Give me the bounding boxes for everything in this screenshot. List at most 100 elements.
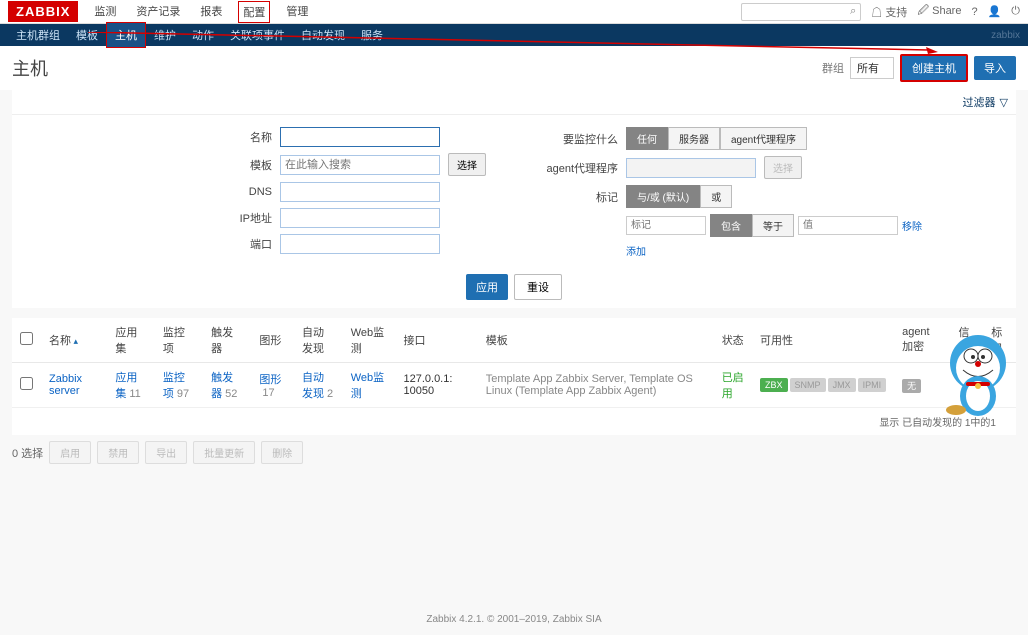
top-header: ZABBIX 监测 资产记录 报表 配置 管理 ⌕ ☖ 支持 🖉 Share ?…	[0, 0, 1028, 24]
tag-add-link[interactable]: 添加	[626, 243, 646, 258]
seg-proxy[interactable]: agent代理程序	[720, 127, 807, 150]
search-icon: ⌕	[850, 5, 856, 18]
bulk-disable-button: 禁用	[97, 441, 139, 464]
page-header: 主机 群组 所有 创建主机 导入	[0, 46, 1028, 90]
subnav-discovery[interactable]: 自动发现	[293, 23, 353, 47]
col-triggers[interactable]: 触发器	[203, 318, 251, 363]
filter-icon: ▽	[1000, 96, 1008, 109]
select-template-button[interactable]: 选择	[448, 153, 486, 176]
subnav-correlation[interactable]: 关联项事件	[222, 23, 293, 47]
status-link[interactable]: 已启用	[722, 372, 744, 400]
tag-value-input[interactable]	[798, 216, 898, 235]
tag-op-equals[interactable]: 等于	[752, 214, 794, 237]
help-icon[interactable]: ?	[971, 6, 977, 18]
col-status[interactable]: 状态	[714, 318, 752, 363]
bulk-delete-button: 删除	[261, 441, 303, 464]
col-avail[interactable]: 可用性	[752, 318, 894, 363]
logo[interactable]: ZABBIX	[8, 1, 78, 22]
tag-name-input[interactable]	[626, 216, 706, 235]
user-icon[interactable]: 👤	[988, 5, 1002, 18]
col-web[interactable]: Web监测	[343, 318, 396, 363]
tag-row: 包含 等于 移除	[626, 214, 922, 237]
share-link[interactable]: 🖉 Share	[917, 2, 961, 21]
encryption-badge: 无	[902, 379, 921, 393]
bulk-massupdate-button: 批量更新	[193, 441, 255, 464]
global-search[interactable]: ⌕	[741, 3, 861, 21]
group-select[interactable]: 所有	[850, 57, 894, 79]
badge-ipmi: IPMI	[858, 378, 887, 392]
bulk-export-button: 导出	[145, 441, 187, 464]
col-discovery[interactable]: 自动发现	[294, 318, 343, 363]
host-name-link[interactable]: Zabbix server	[49, 373, 82, 397]
support-link[interactable]: ☖ 支持	[871, 4, 907, 20]
input-dns[interactable]	[280, 182, 440, 202]
label-tags: 标记	[546, 189, 618, 205]
top-right: ⌕ ☖ 支持 🖉 Share ? 👤 ⏻	[741, 2, 1020, 21]
col-graphs[interactable]: 图形	[251, 318, 294, 363]
seg-server[interactable]: 服务器	[668, 127, 720, 150]
input-port[interactable]	[280, 234, 440, 254]
web-link[interactable]: Web监测	[351, 372, 384, 400]
discovery-link[interactable]: 自动发现2	[302, 372, 333, 400]
availability-badges: ZBX SNMP JMX IPMI	[760, 378, 886, 392]
hosts-table: 名称 应用集 监控项 触发器 图形 自动发现 Web监测 接口 模板 状态 可用…	[12, 318, 1016, 435]
table-footer: 显示 已自动发现的 1中的1	[12, 408, 1016, 435]
items-link[interactable]: 监控项97	[163, 372, 189, 400]
seg-any[interactable]: 任何	[626, 127, 668, 150]
tag-mode-segment: 与/或 (默认) 或	[626, 185, 732, 208]
tag-mode-or[interactable]: 或	[700, 185, 732, 208]
subnav-services[interactable]: 服务	[353, 23, 391, 47]
templates-cell: Template App Zabbix Server, Template OS …	[478, 363, 714, 408]
subnav-actions[interactable]: 动作	[184, 23, 222, 47]
col-templates[interactable]: 模板	[478, 318, 714, 363]
tag-op-contains[interactable]: 包含	[710, 214, 752, 237]
sub-nav: 主机群组 模板 主机 维护 动作 关联项事件 自动发现 服务 zabbix	[0, 24, 1028, 46]
col-items[interactable]: 监控项	[155, 318, 203, 363]
input-name[interactable]	[280, 127, 440, 147]
filter-panel: 名称 模板 选择 DNS IP地址 端口 要监控什么 任何 服务器 agent代…	[12, 115, 1016, 266]
page-footer: Zabbix 4.2.1. © 2001–2019, Zabbix SIA	[0, 604, 1028, 635]
import-button[interactable]: 导入	[974, 56, 1016, 80]
filter-toggle[interactable]: 过滤器 ▽	[12, 90, 1016, 115]
reset-button[interactable]: 重设	[514, 274, 562, 300]
nav-reports[interactable]: 报表	[196, 1, 226, 23]
label-monitored: 要监控什么	[546, 131, 618, 147]
col-apps[interactable]: 应用集	[107, 318, 154, 363]
col-name[interactable]: 名称	[41, 318, 107, 363]
badge-jmx: JMX	[828, 378, 856, 392]
select-all-checkbox[interactable]	[20, 332, 33, 345]
create-host-button[interactable]: 创建主机	[900, 54, 968, 82]
apply-button[interactable]: 应用	[466, 274, 508, 300]
input-proxy	[626, 158, 756, 178]
nav-inventory[interactable]: 资产记录	[132, 1, 184, 23]
group-label: 群组	[822, 60, 844, 76]
bulk-enable-button: 启用	[49, 441, 91, 464]
apps-link[interactable]: 应用集11	[115, 372, 140, 400]
nav-config[interactable]: 配置	[238, 1, 270, 23]
badge-snmp: SNMP	[790, 378, 826, 392]
page-title: 主机	[12, 55, 48, 81]
monitored-segment: 任何 服务器 agent代理程序	[626, 127, 807, 150]
label-port: 端口	[232, 236, 272, 252]
triggers-link[interactable]: 触发器52	[211, 372, 237, 400]
brand-tag: zabbix	[991, 30, 1020, 41]
tag-remove-link[interactable]: 移除	[902, 218, 922, 233]
top-nav: 监测 资产记录 报表 配置 管理	[90, 1, 312, 23]
graphs-link[interactable]: 图形17	[259, 374, 281, 399]
row-checkbox[interactable]	[20, 377, 33, 390]
subnav-hosts[interactable]: 主机	[106, 22, 146, 48]
logout-icon[interactable]: ⏻	[1011, 5, 1020, 18]
selection-count: 0 选择	[12, 445, 43, 461]
tag-mode-andor[interactable]: 与/或 (默认)	[626, 185, 700, 208]
input-template[interactable]	[280, 155, 440, 175]
input-ip[interactable]	[280, 208, 440, 228]
subnav-hostgroups[interactable]: 主机群组	[8, 23, 68, 47]
subnav-maintenance[interactable]: 维护	[146, 23, 184, 47]
nav-monitoring[interactable]: 监测	[90, 1, 120, 23]
select-proxy-button: 选择	[764, 156, 802, 179]
col-interface[interactable]: 接口	[395, 318, 477, 363]
nav-admin[interactable]: 管理	[282, 1, 312, 23]
label-ip: IP地址	[232, 210, 272, 226]
table-header-row: 名称 应用集 监控项 触发器 图形 自动发现 Web监测 接口 模板 状态 可用…	[12, 318, 1016, 363]
subnav-templates[interactable]: 模板	[68, 23, 106, 47]
